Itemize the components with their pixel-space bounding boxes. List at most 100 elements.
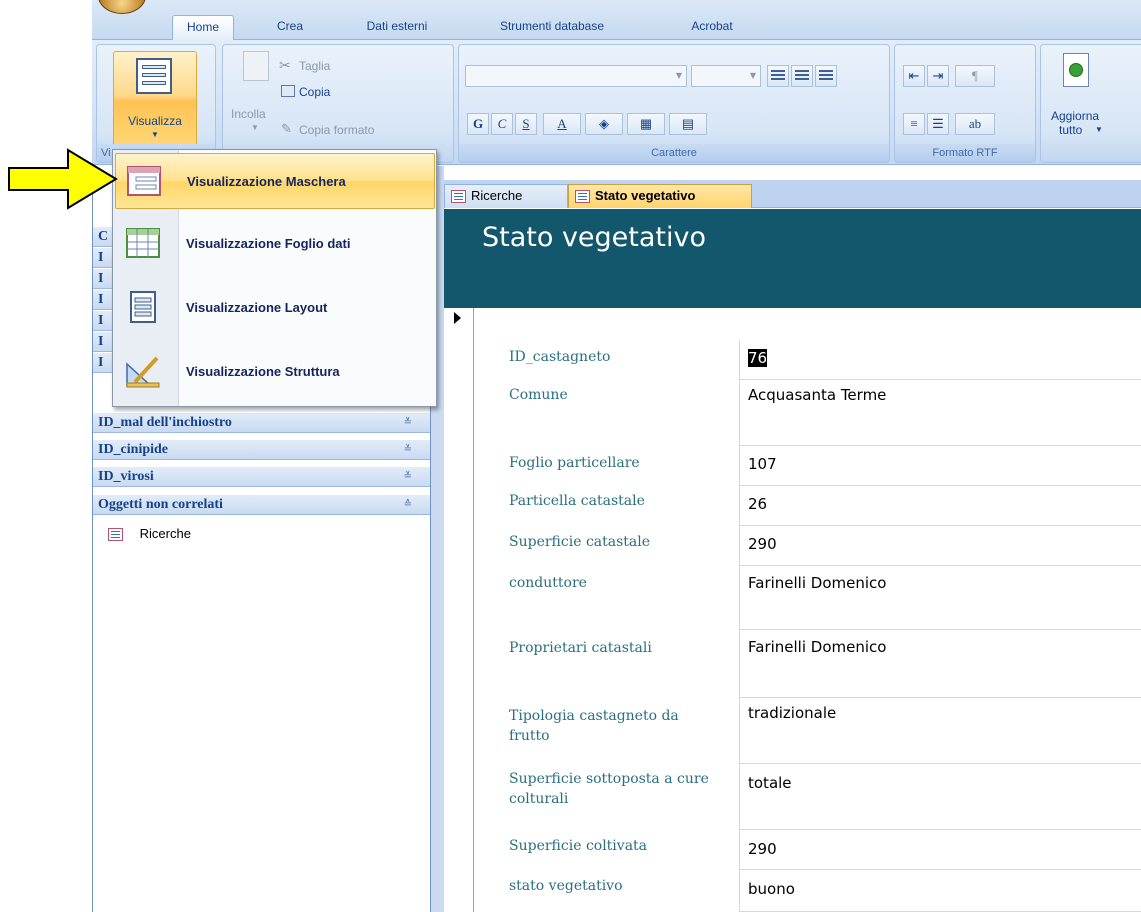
form-icon <box>451 190 466 203</box>
visualizza-button[interactable]: Visualizza ▼ <box>113 51 197 151</box>
nav-category-hidden[interactable]: I <box>93 290 113 310</box>
view-dropdown-menu: Visualizzazione Maschera Visualizzazione… <box>112 149 437 407</box>
menu-item-label: Visualizzazione Maschera <box>187 174 346 189</box>
bold-button[interactable]: G <box>467 113 489 135</box>
tab-stato-vegetativo[interactable]: Stato vegetativo <box>568 184 752 208</box>
nav-category-mal-inchiostro[interactable]: ID_mal dell'inchiostro ≚ <box>93 413 430 433</box>
field-label-superficie-catastale: Superficie catastale <box>509 534 651 550</box>
align-center-button[interactable] <box>791 65 813 87</box>
highlight-button[interactable]: ab <box>955 113 995 135</box>
tab-ricerche[interactable]: Ricerche <box>444 184 568 208</box>
field-label-proprietari-catastali: Proprietari catastali <box>509 640 652 656</box>
nav-category-virosi[interactable]: ID_virosi ≚ <box>93 467 430 487</box>
font-name-combo[interactable]: ▼ <box>465 65 687 87</box>
decrease-indent-button[interactable]: ⇤ <box>903 65 925 87</box>
field-foglio-particellare[interactable]: 107 <box>739 446 1141 486</box>
nav-category-cinipide[interactable]: ID_cinipide ≚ <box>93 440 430 460</box>
nav-category-hidden[interactable]: I <box>93 332 113 352</box>
field-label-particella-catastale: Particella catastale <box>509 493 645 509</box>
decrease-indent-icon: ⇤ <box>908 68 920 83</box>
current-record-icon <box>454 312 461 324</box>
fill-color-icon: ◈ <box>599 116 609 131</box>
copy-format-button[interactable]: Copia formato <box>299 123 374 137</box>
nav-category-oggetti-non-correlati[interactable]: Oggetti non correlati ≙ <box>93 495 430 515</box>
menu-item-design-view[interactable]: Visualizzazione Struttura <box>115 344 435 400</box>
nav-category-label: ID_mal dell'inchiostro <box>98 415 232 430</box>
paragraph-icon: ¶ <box>972 68 978 83</box>
copy-button[interactable]: Copia <box>299 85 330 99</box>
chevron-down-icon: ≚ <box>403 444 412 455</box>
paragraph-direction-button[interactable]: ¶ <box>955 65 995 87</box>
ribbon-tab-bar: Home Crea Dati esterni Strumenti databas… <box>92 0 1141 41</box>
chevron-down-icon: ▼ <box>1095 125 1103 134</box>
tab-label: Stato vegetativo <box>595 188 696 203</box>
font-color-button[interactable]: A <box>543 113 581 135</box>
group-views: Visualizza ▼ Vi <box>96 44 216 163</box>
form-view-icon <box>136 58 172 94</box>
alternate-fill-button[interactable]: ▤ <box>669 113 707 135</box>
field-label-conduttore: conduttore <box>509 575 587 591</box>
align-left-button[interactable] <box>767 65 789 87</box>
font-size-combo[interactable]: ▼ <box>691 65 761 87</box>
nav-category-label: Oggetti non correlati <box>98 497 223 512</box>
field-superficie-coltivata[interactable]: 290 <box>739 830 1141 870</box>
menu-item-layout-view[interactable]: Visualizzazione Layout <box>115 280 435 336</box>
tab-acrobat[interactable]: Acrobat <box>672 15 752 40</box>
tab-crea[interactable]: Crea <box>260 15 320 40</box>
field-particella-catastale[interactable]: 26 <box>739 486 1141 526</box>
nav-category-label: ID_cinipide <box>98 442 169 457</box>
visualizza-label: Visualizza <box>128 114 182 128</box>
chevron-up-icon: ≙ <box>403 499 412 510</box>
nav-category-hidden[interactable]: I <box>93 353 113 373</box>
tab-strumenti-database[interactable]: Strumenti database <box>487 15 617 40</box>
form-icon <box>108 528 123 542</box>
form-title: Stato vegetativo <box>482 222 707 253</box>
nav-category-hidden[interactable]: C <box>93 227 113 247</box>
group-rtf: ⇤ ⇥ ¶ ≡ ☰ ab Formato RTF <box>894 44 1036 163</box>
copy-icon <box>281 85 295 97</box>
paste-button[interactable]: Incolla <box>231 107 266 121</box>
field-label-tipologia: Tipologia castagneto da frutto <box>509 708 679 744</box>
form-view-icon <box>127 166 161 196</box>
italic-button[interactable]: C <box>491 113 513 135</box>
increase-indent-icon: ⇥ <box>932 68 944 83</box>
field-comune[interactable]: Acquasanta Terme <box>739 380 1141 446</box>
field-id-castagneto[interactable]: 76 <box>739 340 1141 380</box>
field-label-superficie-coltivata: Superficie coltivata <box>509 838 648 854</box>
format-painter-icon: ✎ <box>281 121 292 136</box>
nav-category-hidden[interactable]: I <box>93 311 113 331</box>
menu-item-datasheet-view[interactable]: Visualizzazione Foglio dati <box>115 216 435 272</box>
refresh-all-label-2: tutto <box>1059 123 1083 137</box>
fill-color-button[interactable]: ◈ <box>585 113 623 135</box>
numbered-list-button[interactable]: ≡ <box>903 113 925 135</box>
nav-category-hidden[interactable]: I <box>93 248 113 268</box>
field-stato-vegetativo[interactable]: buono <box>739 870 1141 912</box>
font-color-icon: A <box>557 116 567 131</box>
chevron-down-icon: ▼ <box>749 71 756 80</box>
field-proprietari-catastali[interactable]: Farinelli Domenico <box>739 630 1141 698</box>
field-conduttore[interactable]: Farinelli Domenico <box>739 566 1141 630</box>
field-superficie-catastale[interactable]: 290 <box>739 526 1141 566</box>
gridlines-button[interactable]: ▦ <box>627 113 665 135</box>
align-right-button[interactable] <box>815 65 837 87</box>
design-view-icon <box>126 356 160 388</box>
cut-button[interactable]: Taglia <box>299 59 330 73</box>
menu-item-form-view[interactable]: Visualizzazione Maschera <box>115 153 435 209</box>
field-label-comune: Comune <box>509 387 568 403</box>
underline-button[interactable]: S <box>515 113 537 135</box>
nav-object-ricerche[interactable]: Ricerche <box>108 524 191 544</box>
tab-home[interactable]: Home <box>172 15 234 41</box>
nav-category-hidden[interactable]: I <box>93 269 113 289</box>
field-tipologia[interactable]: tradizionale <box>739 698 1141 764</box>
layout-view-icon <box>130 291 156 323</box>
form-icon <box>575 190 590 203</box>
tab-dati-esterni[interactable]: Dati esterni <box>348 15 446 40</box>
refresh-all-button[interactable]: Aggiorna <box>1051 109 1099 123</box>
group-rtf-label: Formato RTF <box>895 144 1035 162</box>
increase-indent-button[interactable]: ⇥ <box>927 65 949 87</box>
field-superficie-sottoposta[interactable]: totale <box>739 764 1141 830</box>
bullet-list-button[interactable]: ☰ <box>927 113 949 135</box>
field-label-foglio-particellare: Foglio particellare <box>509 455 640 471</box>
nav-object-label: Ricerche <box>139 526 191 541</box>
record-selector[interactable] <box>444 308 474 912</box>
